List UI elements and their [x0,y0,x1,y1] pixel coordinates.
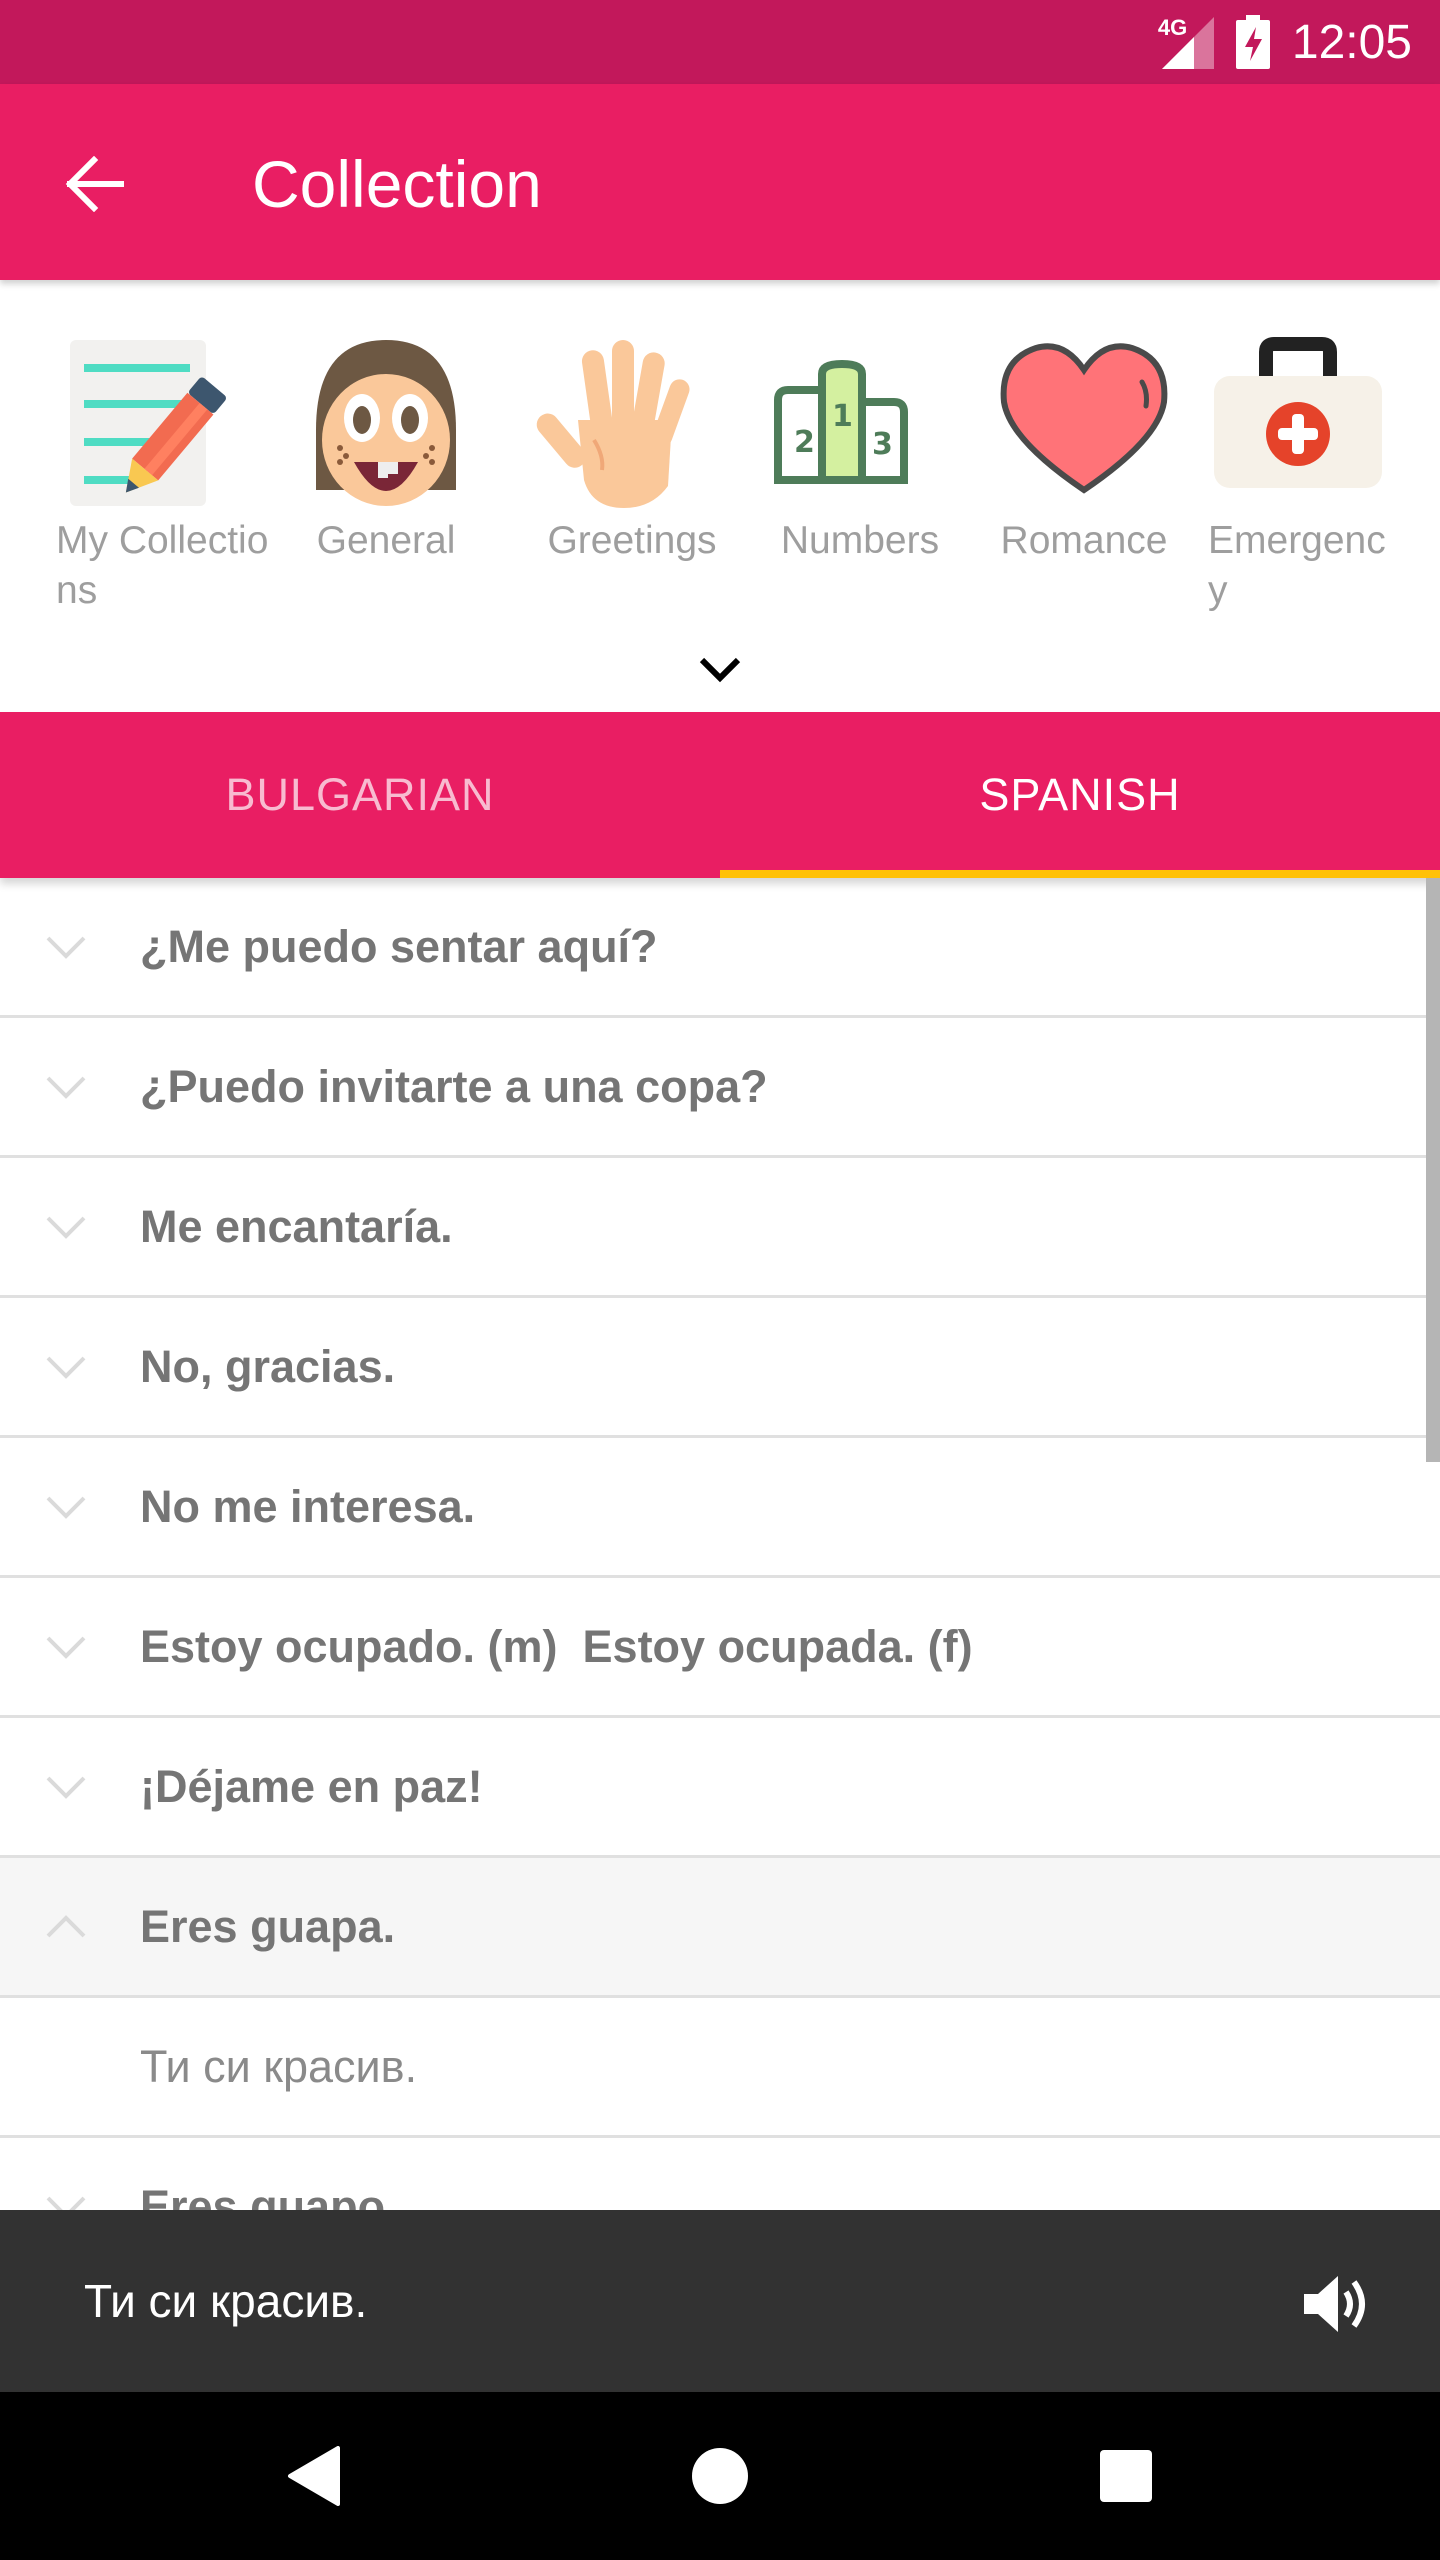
category-label: General [316,519,456,562]
category-emergency[interactable]: Emergency [1208,330,1428,616]
category-greetings[interactable]: Greetings [532,330,752,566]
phrase-list: ¿Me puedo sentar aquí? ¿Puedo invitarte … [0,878,1440,2210]
phrase-text: Eres guapo. [140,2180,398,2211]
category-romance[interactable]: Romance [994,330,1214,566]
notebook-pencil-icon [56,330,236,510]
arrow-left-icon [65,156,124,212]
category-numbers[interactable]: 2 1 3 Numbers [770,330,990,566]
list-item[interactable]: ¿Puedo invitarte a una copa? [0,1018,1440,1158]
category-label: Numbers [780,519,940,562]
list-item[interactable]: ¿Me puedo sentar aquí? [0,878,1440,1018]
status-bar: 4G 12:05 [0,0,1440,84]
phrase-text: ¡Déjame en paz! [140,1760,483,1812]
chevron-down-icon [46,936,86,959]
category-my-collections[interactable]: My Collections [56,330,276,616]
battery-charging-icon [1235,15,1270,69]
category-general[interactable]: General [296,330,516,566]
scrollbar[interactable] [1426,878,1440,1462]
back-triangle-icon [288,2446,340,2506]
phrase-text: Estoy ocupado. (m) Estoy ocupada. (f) [140,1620,973,1672]
category-label: Greetings [547,519,717,562]
app-bar: Collection [0,84,1440,280]
first-aid-kit-icon [1208,330,1388,510]
snackbar-text: Ти си красив. [84,2275,368,2327]
back-button[interactable] [52,142,136,226]
list-item[interactable]: No me interesa. [0,1438,1440,1578]
phrase-text: No me interesa. [140,1480,476,1532]
list-item-expanded[interactable]: Eres guapa. [0,1858,1440,1998]
waving-hand-icon [532,330,712,510]
svg-text:1: 1 [832,399,853,434]
list-item[interactable]: No, gracias. [0,1298,1440,1438]
page-title: Collection [252,147,542,221]
chevron-up-icon [46,1914,86,1937]
chevron-down-icon [46,1356,86,1379]
phrase-text: ¿Puedo invitarte a una copa? [140,1060,768,1112]
status-time: 12:05 [1291,15,1412,69]
recents-square-icon [1100,2450,1152,2502]
tab-bulgarian[interactable]: BULGARIAN [0,712,720,878]
chevron-down-icon [46,1496,86,1519]
home-circle-icon [692,2448,748,2504]
list-item[interactable]: Estoy ocupado. (m) Estoy ocupada. (f) [0,1578,1440,1718]
phrase-text: No, gracias. [140,1340,396,1392]
chevron-down-icon [46,1636,86,1659]
tab-spanish[interactable]: SPANISH [720,712,1440,878]
podium-icon: 2 1 3 [770,330,950,510]
phrase-text: ¿Me puedo sentar aquí? [140,920,658,972]
category-label: Romance [1000,519,1168,562]
list-item[interactable]: Eres guapo. [0,2138,1440,2210]
system-nav-bar [0,2392,1440,2560]
chevron-down-icon [46,1216,86,1239]
chevron-down-icon [46,2196,86,2210]
nav-back-button[interactable] [274,2436,354,2516]
chevron-down-icon [46,1076,86,1099]
category-panel: My Collections General Greetings 2 1 3 N… [0,280,1440,712]
category-label: My Collections [56,519,269,612]
phrase-text: Eres guapa. [140,1900,396,1952]
translation-row: Ти си красив. [0,1998,1440,2138]
nav-home-button[interactable] [680,2436,760,2516]
translation-text: Ти си красив. [140,2040,418,2092]
face-icon [296,330,476,510]
speaker-icon [1304,2276,1365,2332]
svg-text:2: 2 [794,425,815,460]
nav-recents-button[interactable] [1086,2436,1166,2516]
category-label: Emergency [1208,519,1386,612]
chevron-down-icon [46,1776,86,1799]
svg-text:3: 3 [872,427,893,462]
list-item[interactable]: Me encantaría. [0,1158,1440,1298]
status-icons: 4G 12:05 [1158,0,1412,84]
heart-icon [994,330,1174,510]
list-item[interactable]: ¡Déjame en paz! [0,1718,1440,1858]
signal-icon: 4G [1158,15,1214,69]
phrase-text: Me encantaría. [140,1200,453,1252]
network-type: 4G [1157,15,1188,40]
language-tabs: BULGARIAN SPANISH [0,712,1440,878]
snackbar: Ти си красив. [0,2210,1440,2392]
play-audio-button[interactable] [1300,2268,1372,2340]
chevron-down-icon [699,657,741,683]
expand-categories-button[interactable] [690,640,750,700]
